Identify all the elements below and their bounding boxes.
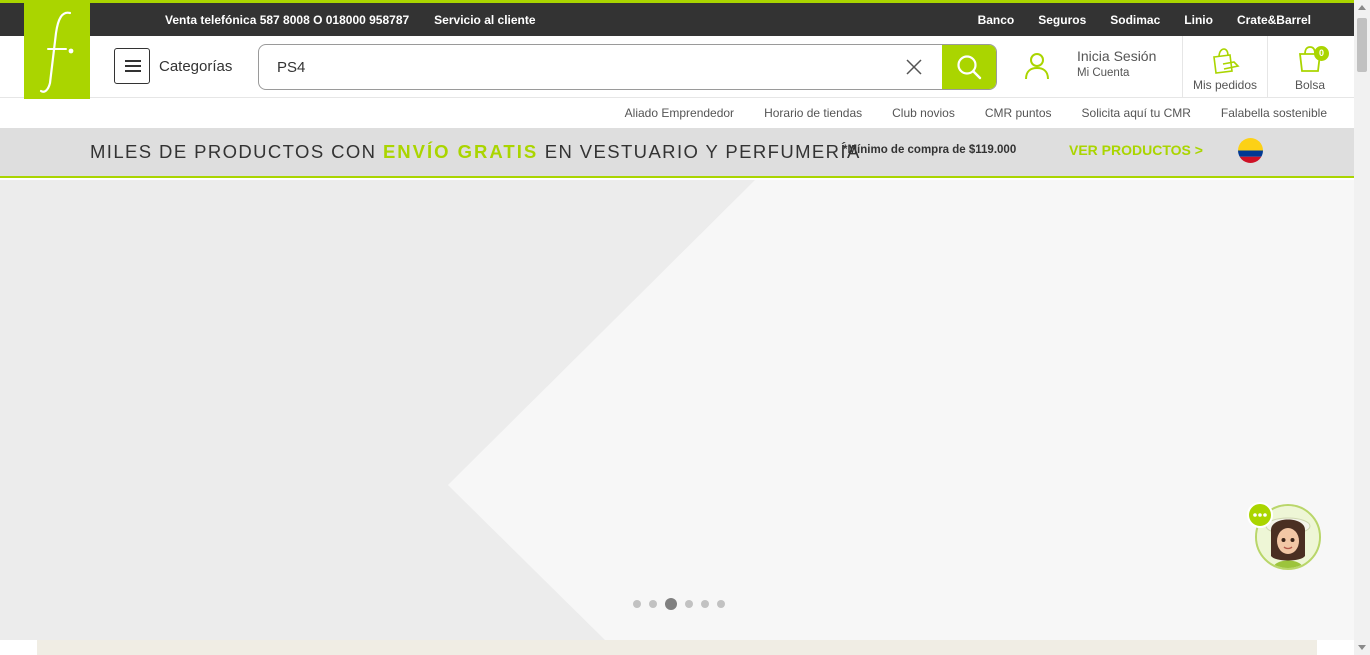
topbar-link-banco[interactable]: Banco bbox=[978, 13, 1015, 27]
login-link[interactable]: Inicia Sesión Mi Cuenta bbox=[1077, 48, 1156, 79]
falabella-f-logo-icon bbox=[39, 11, 74, 93]
scroll-up-arrow-icon[interactable] bbox=[1358, 5, 1366, 10]
chat-bubble-icon[interactable] bbox=[1247, 502, 1273, 528]
view-products-link[interactable]: VER PRODUCTOS > bbox=[1069, 142, 1203, 158]
login-title: Inicia Sesión bbox=[1077, 48, 1157, 64]
carousel-dot[interactable] bbox=[649, 600, 657, 608]
sublink-solicita-cmr[interactable]: Solicita aquí tu CMR bbox=[1082, 106, 1191, 120]
topbar-link-seguros[interactable]: Seguros bbox=[1038, 13, 1086, 27]
bag-count-badge: 0 bbox=[1314, 46, 1329, 61]
colombia-flag-icon[interactable] bbox=[1238, 138, 1263, 163]
scroll-down-arrow-icon[interactable] bbox=[1358, 645, 1366, 650]
search-button[interactable] bbox=[942, 45, 996, 89]
falabella-logo[interactable] bbox=[24, 3, 90, 99]
top-utility-bar: Venta telefónica 587 8008 O 018000 95878… bbox=[0, 3, 1354, 36]
my-orders-button[interactable]: Mis pedidos bbox=[1183, 36, 1267, 98]
topbar-link-linio[interactable]: Linio bbox=[1184, 13, 1213, 27]
sublink-cmr-puntos[interactable]: CMR puntos bbox=[985, 106, 1052, 120]
hero-background-shape bbox=[448, 180, 1354, 640]
carousel-dot[interactable] bbox=[717, 600, 725, 608]
sublink-club-novios[interactable]: Club novios bbox=[892, 106, 955, 120]
carousel-dot[interactable] bbox=[685, 600, 693, 608]
orders-bag-icon bbox=[1213, 48, 1240, 74]
topbar-link-cratebarrel[interactable]: Crate&Barrel bbox=[1237, 13, 1311, 27]
secondary-nav: Aliado Emprendedor Horario de tiendas Cl… bbox=[625, 98, 1327, 128]
user-icon[interactable] bbox=[1024, 52, 1050, 80]
promo-headline: MILES DE PRODUCTOS CON ENVÍO GRATIS EN V… bbox=[90, 141, 861, 162]
sublink-falabella-sostenible[interactable]: Falabella sostenible bbox=[1221, 106, 1327, 120]
page-scrollbar[interactable] bbox=[1354, 0, 1370, 655]
hero-carousel[interactable] bbox=[0, 180, 1354, 640]
free-shipping-banner: MILES DE PRODUCTOS CON ENVÍO GRATIS EN V… bbox=[0, 128, 1354, 178]
sublink-aliado-emprendedor[interactable]: Aliado Emprendedor bbox=[625, 106, 734, 120]
promo-highlight: ENVÍO GRATIS bbox=[382, 141, 539, 162]
login-subtitle: Mi Cuenta bbox=[1077, 67, 1130, 79]
hamburger-icon bbox=[125, 60, 141, 72]
main-header: Categorías Inicia Sesión Mi Cuenta Mis p… bbox=[0, 36, 1354, 98]
scrollbar-thumb[interactable] bbox=[1357, 18, 1367, 72]
next-section-strip bbox=[37, 640, 1317, 655]
clear-search-icon[interactable] bbox=[905, 58, 923, 76]
carousel-dot-active[interactable] bbox=[665, 598, 677, 610]
categories-label[interactable]: Categorías bbox=[159, 58, 232, 75]
search-icon bbox=[957, 55, 982, 80]
topbar-link-sodimac[interactable]: Sodimac bbox=[1110, 13, 1160, 27]
search-input[interactable] bbox=[259, 45, 899, 89]
bag-label: Bolsa bbox=[1294, 78, 1326, 92]
customer-service-link[interactable]: Servicio al cliente bbox=[434, 13, 535, 27]
categories-menu-button[interactable] bbox=[114, 48, 150, 84]
promo-minimum: *Mínimo de compra de $119.000 bbox=[843, 144, 1017, 156]
carousel-dot[interactable] bbox=[701, 600, 709, 608]
sublink-horario-tiendas[interactable]: Horario de tiendas bbox=[764, 106, 862, 120]
carousel-dots bbox=[633, 598, 725, 610]
orders-label: Mis pedidos bbox=[1192, 78, 1258, 92]
carousel-dot[interactable] bbox=[633, 600, 641, 608]
search-bar bbox=[258, 44, 997, 90]
phone-sales-text: Venta telefónica 587 8008 O 018000 95878… bbox=[165, 12, 410, 27]
shopping-bag-button[interactable]: 0 Bolsa bbox=[1268, 36, 1352, 98]
